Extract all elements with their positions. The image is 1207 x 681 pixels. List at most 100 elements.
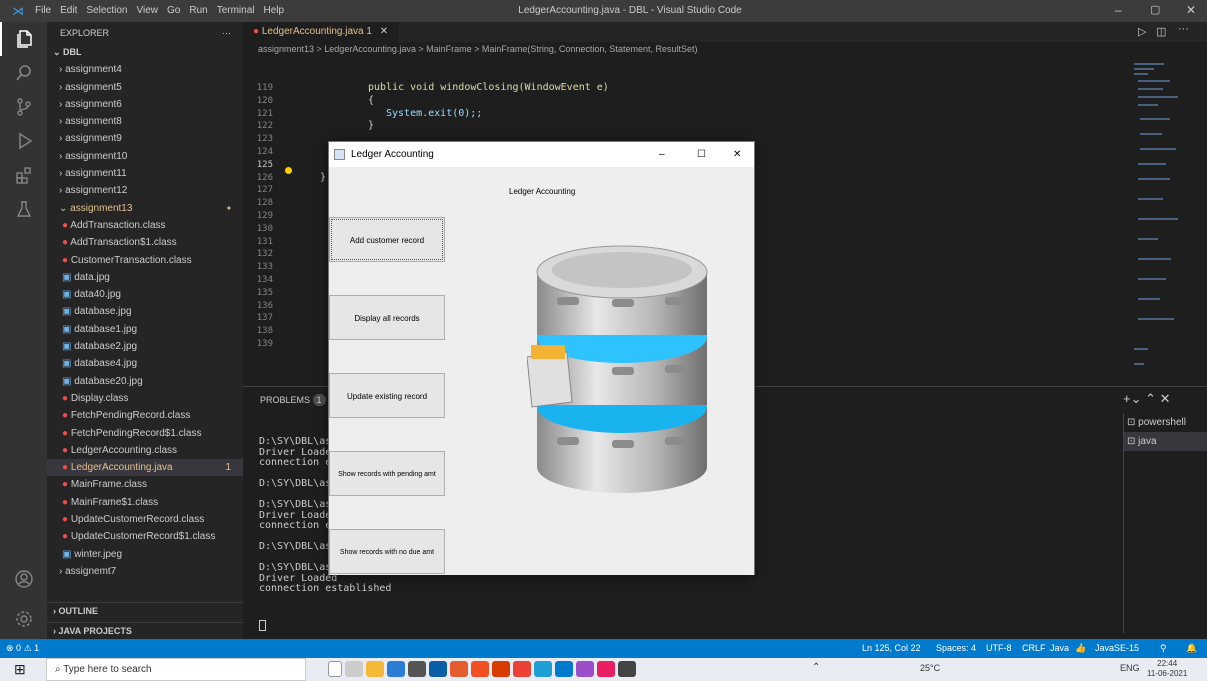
skype-icon[interactable] [534,661,552,677]
indentation-status[interactable]: Spaces: 4 [936,639,976,658]
explorer-root[interactable]: ⌄ DBL [47,44,243,61]
outline-section[interactable]: › OUTLINE [47,602,243,619]
tree-item[interactable]: ▣ data.jpg [47,269,243,286]
office-icon[interactable] [492,661,510,677]
java-maximize-button[interactable]: ☐ [697,142,706,167]
tree-item[interactable]: ▣ data40.jpg [47,286,243,303]
tab-ledgeraccounting[interactable]: ● LedgerAccounting.java 1 ✕ [243,22,399,42]
tree-item[interactable]: ● FetchPendingRecord$1.class [47,425,243,442]
testing-icon[interactable] [0,192,47,226]
tree-item[interactable]: ● AddTransaction.class [47,217,243,234]
search-icon[interactable] [0,56,47,90]
menu-file[interactable]: File [35,5,51,16]
taskbar-search[interactable]: ⌕ Type here to search [46,658,306,681]
update-record-button[interactable]: Update existing record [329,373,445,418]
display-records-button[interactable]: Display all records [329,295,445,340]
tree-item[interactable]: ● LedgerAccounting.class [47,442,243,459]
tab-problems[interactable]: PROBLEMS 1 [260,394,326,406]
menu-edit[interactable]: Edit [60,5,77,16]
tree-item[interactable]: ⌄ assignment13 ● [47,200,243,217]
vscode-taskbar-icon[interactable] [555,661,573,677]
java-close-button[interactable]: ✕ [733,142,741,167]
manage-gear-icon[interactable] [0,602,47,636]
close-icon[interactable]: ✕ [1186,3,1196,17]
terminal-tab-powershell[interactable]: ⊡ powershell [1124,413,1207,432]
menu-go[interactable]: Go [167,5,180,16]
photos-icon[interactable] [618,661,636,677]
tree-item[interactable]: ● Display.class [47,390,243,407]
tree-item[interactable]: › assignment12 [47,182,243,199]
no-due-button[interactable]: Show records with no due amt [329,529,445,574]
tree-item[interactable]: ▣ winter.jpeg [47,546,243,563]
tree-item[interactable]: ▣ database20.jpg [47,373,243,390]
menu-run[interactable]: Run [189,5,207,16]
tree-item[interactable]: › assignment9 [47,130,243,147]
task-view-icon[interactable] [345,661,363,677]
tray-expand-icon[interactable]: ⌃ [812,662,820,673]
menu-selection[interactable]: Selection [86,5,127,16]
maximize-icon[interactable]: ▢ [1150,3,1160,16]
menu-view[interactable]: View [137,5,159,16]
chrome-icon[interactable] [513,661,531,677]
code-line[interactable]: } [290,120,1050,133]
code-line[interactable]: public void windowClosing(WindowEvent e) [290,82,1050,95]
jdk-status[interactable]: JavaSE-15 [1095,639,1139,658]
minimap[interactable] [1130,58,1190,388]
source-control-icon[interactable] [0,90,47,124]
breadcrumb[interactable]: assignment13 > LedgerAccounting.java > M… [243,44,963,58]
tree-item[interactable]: › assignment4 [47,61,243,78]
windows-start-icon[interactable]: ⊞ [14,661,26,678]
language-status[interactable]: Java [1050,639,1069,658]
problems-status[interactable]: ⊗ 0 ⚠ 1 [6,639,39,658]
code-line[interactable]: { [290,95,1050,108]
tree-item[interactable]: ▣ database1.jpg [47,321,243,338]
tree-item[interactable]: › assignment8 [47,113,243,130]
tree-item[interactable]: ● CustomerTransaction.class [47,252,243,269]
split-editor-icon[interactable]: ◫ [1156,25,1166,38]
tree-item[interactable]: ● UpdateCustomerRecord$1.class [47,528,243,545]
tree-item[interactable]: ● UpdateCustomerRecord.class [47,511,243,528]
tree-item[interactable]: ▣ database4.jpg [47,355,243,372]
encoding-status[interactable]: UTF-8 [986,639,1012,658]
mail-icon[interactable] [408,661,426,677]
lightbulb-icon[interactable] [285,167,292,174]
explorer-icon[interactable] [0,22,47,56]
slides-icon[interactable] [450,661,468,677]
terminal-tab-java[interactable]: ⊡ java [1124,432,1207,451]
thumbs-up-icon[interactable]: 👍 [1075,639,1086,658]
tree-item[interactable]: ● MainFrame$1.class [47,494,243,511]
tree-item[interactable]: ● FetchPendingRecord.class [47,407,243,424]
new-terminal-icon[interactable]: +⌄ ⌃ ✕ [1123,391,1171,407]
java-projects-section[interactable]: › JAVA PROJECTS [47,622,243,639]
origin-icon[interactable] [471,661,489,677]
dropbox-icon[interactable] [429,661,447,677]
add-customer-button[interactable]: Add customer record [329,217,445,262]
feedback-icon[interactable]: ⚲ [1160,639,1167,658]
menu-terminal[interactable]: Terminal [217,5,255,16]
weather-status[interactable]: 25°C [920,663,940,673]
tree-item[interactable]: › assignemt7 [47,563,243,580]
app-icon[interactable] [387,661,405,677]
tree-item[interactable]: › assignment6 [47,96,243,113]
tree-item[interactable]: › assignment5 [47,79,243,96]
file-explorer-icon[interactable] [366,661,384,677]
cortana-icon[interactable] [328,661,342,677]
clock[interactable]: 22:44 11-06-2021 [1147,659,1187,679]
java-minimize-button[interactable]: – [659,142,665,167]
run-debug-icon[interactable] [0,124,47,158]
pending-amt-button[interactable]: Show records with pending amt [329,451,445,496]
notifications-icon[interactable]: 🔔 [1186,639,1197,658]
tree-item[interactable]: ● MainFrame.class [47,476,243,493]
editor-more-icon[interactable]: ··· [1178,23,1189,35]
app3-icon[interactable] [597,661,615,677]
code-line[interactable]: System.exit(0);; [290,108,1050,121]
tree-item[interactable]: › assignment10 [47,148,243,165]
extensions-icon[interactable] [0,158,47,192]
app2-icon[interactable] [576,661,594,677]
tab-close-icon[interactable]: ✕ [380,26,388,37]
cursor-position[interactable]: Ln 125, Col 22 [862,639,921,658]
run-icon[interactable]: ▷ [1138,25,1146,38]
language-indicator[interactable]: ENG [1120,663,1140,673]
tree-item[interactable]: › assignment11 [47,165,243,182]
eol-status[interactable]: CRLF [1022,639,1046,658]
